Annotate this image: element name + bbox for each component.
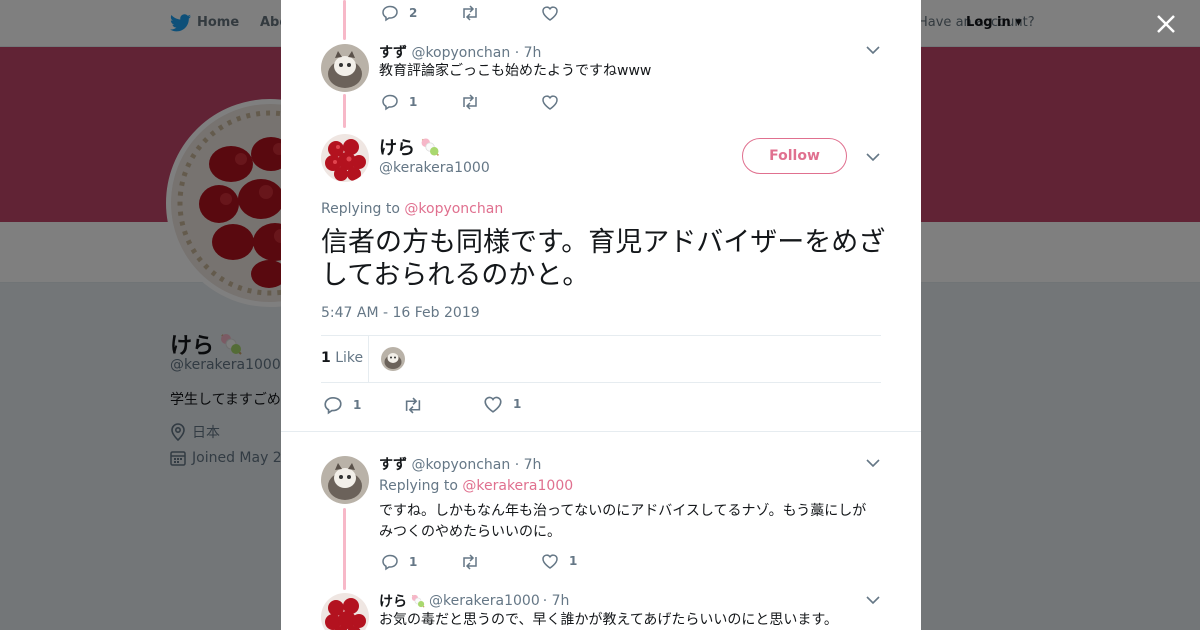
reply-icon (382, 5, 398, 22)
tweet-text: 教育評論家ごっこも始めたようですねwww (379, 63, 652, 79)
chevron-down-icon[interactable] (866, 45, 880, 55)
tweet-permalink-modal: 2 すず @kopyonchan · 7h 教育評論家ごっこも始めたようですねw… (281, 0, 921, 630)
reply-icon (382, 94, 398, 111)
reply-icon (324, 396, 342, 415)
divider (321, 382, 881, 383)
thread-connector (343, 94, 346, 128)
replying-to-link[interactable]: @kerakera1000 (462, 478, 573, 494)
like-heart-icon (542, 554, 558, 569)
reply-button[interactable]: 1 (381, 93, 417, 111)
tweet-author-handle[interactable]: @kopyonchan (411, 45, 510, 61)
reply-button[interactable]: 1 (323, 395, 361, 415)
liker-avatar[interactable] (381, 347, 405, 371)
retweet-icon[interactable] (460, 554, 480, 570)
replying-to: Replying to @kopyonchan (321, 201, 504, 217)
dango-emoji-icon (411, 594, 425, 608)
user-avatar-cat[interactable] (321, 44, 369, 92)
chevron-down-icon[interactable] (866, 458, 880, 468)
divider (368, 336, 369, 382)
tweet-author-handle[interactable]: @kopyonchan (411, 457, 510, 473)
retweet-icon[interactable] (402, 397, 424, 414)
tweet-author-name[interactable]: すず (379, 45, 407, 61)
like-heart-icon (484, 396, 502, 413)
like-heart-icon[interactable] (541, 94, 559, 110)
tweet-text: お気の毒だと思うので、早く誰かが教えてあげたらいいのにと思います。 (379, 612, 838, 628)
tweet-author-name[interactable]: けら (379, 134, 415, 160)
tweet-time[interactable]: · 7h (543, 593, 570, 609)
tweet-timestamp[interactable]: 5:47 AM - 16 Feb 2019 (321, 305, 480, 321)
main-tweet-author[interactable]: けら (379, 134, 441, 160)
follow-button[interactable]: Follow (742, 138, 847, 174)
tweet-author-name[interactable]: けら (379, 591, 407, 611)
tweet-author-handle[interactable]: @kerakera1000 (429, 593, 540, 609)
replying-to-link[interactable]: @kopyonchan (404, 201, 503, 217)
like-stats[interactable]: 1 Like (321, 350, 363, 366)
thread-connector (343, 0, 346, 40)
like-button[interactable]: 1 (541, 553, 577, 569)
reply-button[interactable]: 2 (381, 4, 417, 22)
replying-to: Replying to @kerakera1000 (379, 478, 574, 494)
tweet-author-name[interactable]: すず (379, 457, 407, 473)
divider (281, 431, 921, 432)
tweet-time[interactable]: · 7h (515, 457, 542, 473)
dango-emoji-icon (421, 138, 440, 157)
user-avatar-strawberries[interactable] (321, 134, 369, 182)
retweet-icon[interactable] (460, 94, 480, 110)
tweet-time[interactable]: · 7h (515, 45, 542, 61)
user-avatar-strawberries[interactable] (321, 593, 369, 630)
thread-connector (343, 508, 346, 590)
chevron-down-icon[interactable] (866, 152, 880, 162)
close-icon[interactable] (1152, 10, 1180, 38)
chevron-down-icon[interactable] (866, 595, 880, 605)
main-tweet-text: 信者の方も同様です。育児アドバイザーをめざしておられるのかと。 (321, 227, 886, 291)
divider (321, 335, 881, 336)
tweet-author-handle[interactable]: @kerakera1000 (379, 160, 490, 176)
retweet-icon[interactable] (460, 5, 480, 21)
reply-icon (382, 554, 398, 571)
tweet-text: ですね。しかもなん年も治ってないのにアドバイスしてるナゾ。もう藁にしがみつくのや… (379, 503, 867, 540)
user-avatar-cat[interactable] (321, 456, 369, 504)
like-heart-icon[interactable] (541, 5, 559, 21)
like-button[interactable]: 1 (483, 395, 521, 413)
reply-button[interactable]: 1 (381, 553, 417, 571)
